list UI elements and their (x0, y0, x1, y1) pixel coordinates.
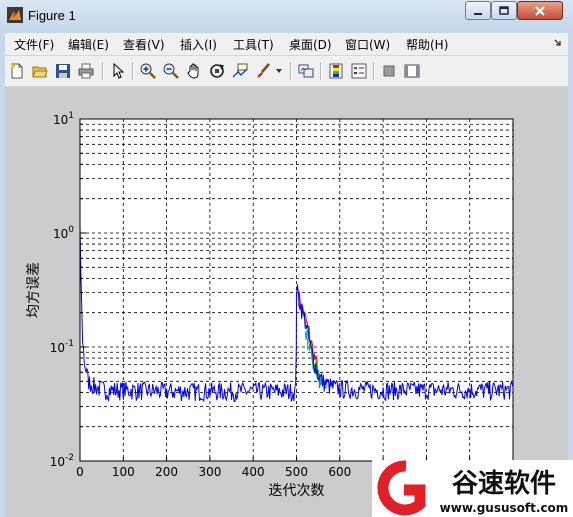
x-tick-label: 600 (328, 465, 351, 479)
toolbar-separator (102, 62, 104, 80)
toolbar-separator (132, 62, 134, 80)
x-tick-label: 300 (198, 465, 221, 479)
figure-canvas: 0100200300400500600700800900100010-210-1… (5, 87, 568, 517)
zoom-in-button[interactable] (138, 61, 158, 81)
figure-window: Figure 1 文件(F) 编辑(E) 查看(V) 插入(I) 工具(T) 桌… (0, 0, 573, 517)
brush-button[interactable] (253, 61, 273, 81)
y-tick-label: 100 (53, 225, 74, 241)
brush-icon (257, 63, 270, 78)
y-axis-label: 均方误差 (26, 262, 42, 318)
figure-toolbar (5, 56, 568, 87)
save-icon (56, 64, 70, 78)
maximize-button[interactable] (491, 1, 517, 20)
zoom-in-icon (140, 63, 156, 79)
print-button[interactable] (76, 61, 96, 81)
data-cursor-button[interactable] (230, 61, 250, 81)
menu-window[interactable]: 窗口(W) (345, 36, 390, 53)
pan-button[interactable] (184, 61, 204, 81)
print-icon (78, 63, 94, 79)
x-axis-label: 迭代次数 (269, 483, 325, 499)
title-bar[interactable]: Figure 1 (0, 0, 573, 32)
legend-icon (351, 63, 367, 79)
hide-plot-tools-icon (383, 65, 395, 77)
zoom-out-button[interactable] (161, 61, 181, 81)
toolbar-separator (320, 62, 322, 80)
save-button[interactable] (53, 61, 73, 81)
open-file-icon (32, 66, 48, 78)
x-tick-label: 400 (242, 465, 265, 479)
data-cursor-icon (232, 63, 248, 78)
brush-dropdown[interactable] (273, 61, 285, 81)
rotate-3d-button[interactable] (207, 61, 227, 81)
watermark-url: www.gususoft.com (440, 501, 569, 515)
link-plot-button[interactable] (296, 61, 316, 81)
menu-edit[interactable]: 编辑(E) (68, 36, 109, 53)
legend-button[interactable] (349, 61, 369, 81)
menu-bar: 文件(F) 编辑(E) 查看(V) 插入(I) 工具(T) 桌面(D) 窗口(W… (5, 33, 568, 55)
toolbar-separator (373, 62, 375, 80)
minimize-icon (474, 12, 482, 15)
menu-insert[interactable]: 插入(I) (180, 36, 217, 53)
open-file-button[interactable] (30, 61, 50, 81)
x-tick-label: 200 (155, 465, 178, 479)
toolbar-separator (290, 62, 292, 80)
menu-tools[interactable]: 工具(T) (233, 36, 274, 53)
maximize-icon (499, 5, 509, 15)
close-button[interactable] (517, 1, 563, 20)
show-plot-tools-icon (404, 64, 420, 78)
watermark-brand: 谷速软件 (452, 469, 556, 499)
window-title: Figure 1 (28, 8, 76, 23)
zoom-out-icon (163, 63, 179, 79)
watermark-logo: 谷速软件 www.gususoft.com (372, 460, 573, 517)
axes-plot[interactable]: 0100200300400500600700800900100010-210-1… (5, 87, 568, 517)
menu-dock-arrow-icon[interactable] (554, 39, 562, 49)
menu-help[interactable]: 帮助(H) (406, 36, 448, 53)
dropdown-arrow-icon (276, 69, 282, 73)
minimize-button[interactable] (465, 1, 491, 20)
menu-file[interactable]: 文件(F) (14, 36, 54, 53)
pan-hand-icon (187, 63, 199, 79)
y-tick-label: 10-1 (50, 339, 74, 355)
x-tick-label: 0 (76, 465, 84, 479)
pointer-icon (113, 63, 125, 79)
show-plot-tools-button[interactable] (402, 61, 422, 81)
colorbar-button[interactable] (326, 61, 346, 81)
y-tick-label: 10-2 (50, 453, 74, 469)
menu-view[interactable]: 查看(V) (123, 36, 165, 53)
menu-desktop[interactable]: 桌面(D) (289, 36, 332, 53)
colorbar-icon (329, 63, 343, 79)
y-tick-label: 101 (53, 111, 74, 127)
pointer-button[interactable] (108, 61, 128, 81)
new-figure-button[interactable] (7, 61, 27, 81)
new-figure-icon (11, 63, 23, 79)
link-plot-icon (298, 64, 314, 78)
close-icon (535, 5, 545, 16)
hide-plot-tools-button[interactable] (379, 61, 399, 81)
x-tick-label: 100 (112, 465, 135, 479)
rotate-3d-icon (210, 64, 225, 78)
x-tick-label: 500 (285, 465, 308, 479)
matlab-icon (7, 7, 23, 23)
